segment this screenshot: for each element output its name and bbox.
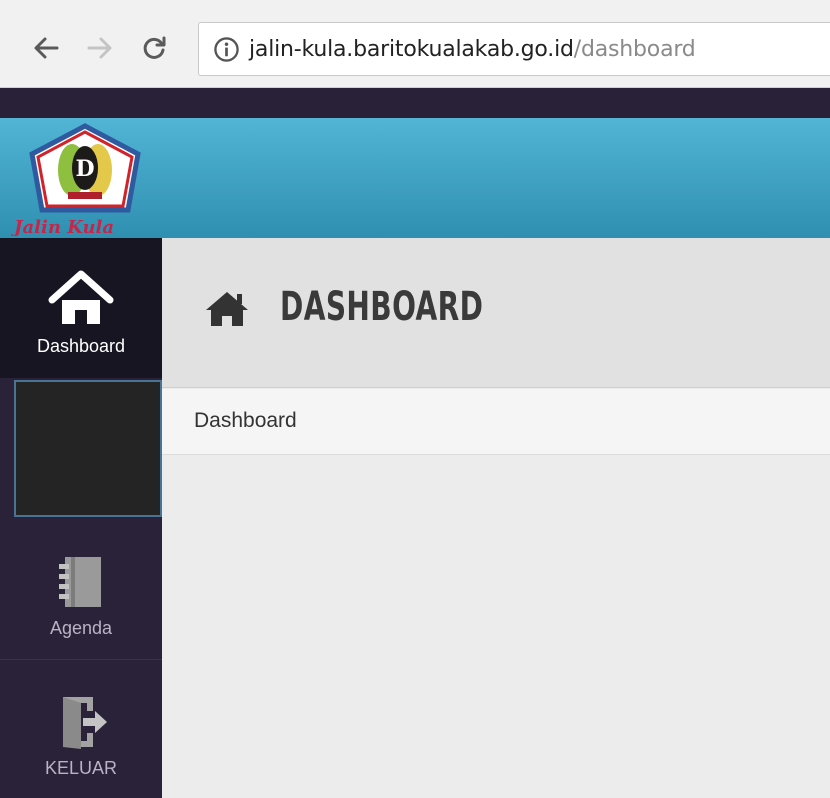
top-strip: [0, 88, 830, 118]
url-host: jalin-kula.baritokualakab.go.id: [249, 37, 574, 62]
svg-text:D: D: [75, 156, 94, 182]
app-header: D Jalin Kula: [0, 118, 830, 238]
sidebar-item-dashboard[interactable]: Dashboard: [0, 238, 162, 378]
browser-toolbar: jalin-kula.baritokualakab.go.id/dashboar…: [0, 0, 830, 88]
reload-icon: [143, 36, 166, 59]
sidebar-item-agenda[interactable]: Agenda: [0, 520, 162, 660]
breadcrumb-item[interactable]: Dashboard: [194, 409, 297, 433]
breadcrumb: Dashboard: [162, 389, 830, 455]
home-icon: [48, 268, 114, 330]
page-header: DASHBOARD: [162, 238, 830, 388]
sidebar-item-keluar[interactable]: KELUAR: [0, 660, 162, 798]
sidebar-item-label: KELUAR: [44, 758, 118, 778]
home-icon: [206, 292, 248, 326]
url-text: jalin-kula.baritokualakab.go.id/dashboar…: [249, 37, 696, 62]
info-icon[interactable]: [213, 36, 240, 63]
address-bar[interactable]: jalin-kula.baritokualakab.go.id/dashboar…: [198, 22, 830, 76]
sidebar: Dashboard Agenda KELUAR: [0, 238, 162, 798]
arrow-left-icon: [34, 37, 59, 59]
reload-button[interactable]: [136, 30, 172, 66]
page-title: DASHBOARD: [280, 284, 484, 330]
notebook-icon: [51, 550, 111, 612]
sidebar-item-label: Dashboard: [36, 336, 126, 356]
main-content: DASHBOARD Dashboard: [162, 238, 830, 798]
arrow-right-icon: [87, 37, 112, 59]
svg-text:Jalin Kula: Jalin Kula: [11, 217, 114, 236]
jalin-kula-logo[interactable]: D Jalin Kula: [10, 122, 160, 236]
back-button[interactable]: [28, 30, 64, 66]
forward-button[interactable]: [82, 30, 118, 66]
url-path: /dashboard: [573, 37, 696, 62]
sidebar-item-empty[interactable]: [14, 380, 162, 517]
sidebar-item-label: Agenda: [49, 618, 113, 638]
logout-icon: [51, 690, 111, 752]
